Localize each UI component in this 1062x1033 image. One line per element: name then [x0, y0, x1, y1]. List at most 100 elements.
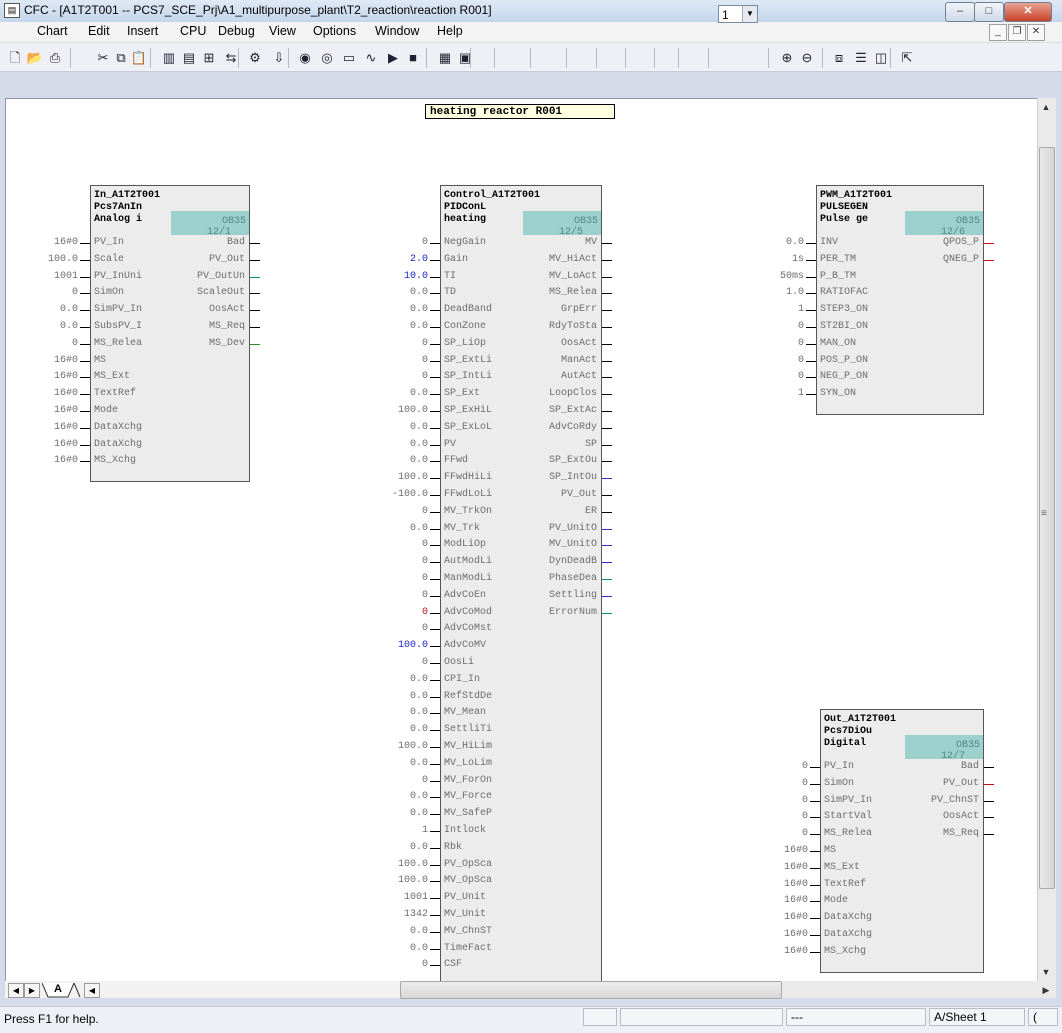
output-pin-advcordy[interactable]: AdvCoRdy: [440, 422, 597, 434]
mdi-close-button[interactable]: ✕: [1027, 24, 1045, 41]
input-pin-p-b-tm[interactable]: P_B_TM: [820, 271, 856, 283]
block-types-icon[interactable]: ▥: [160, 49, 178, 66]
overview-window-icon[interactable]: ⧈: [830, 49, 848, 66]
input-value[interactable]: 16#0: [758, 912, 808, 924]
help-pointer-icon[interactable]: ⇱: [898, 49, 916, 66]
output-pin-dyndeadb[interactable]: DynDeadB: [440, 556, 597, 568]
input-pin-advcomst[interactable]: AdvCoMst: [444, 623, 492, 635]
input-value[interactable]: 0: [378, 573, 428, 585]
input-pin-dataxchg[interactable]: DataXchg: [824, 929, 872, 941]
zoom-in-icon[interactable]: ⊕: [778, 49, 796, 66]
output-pin-qpos-p[interactable]: QPOS_P: [816, 237, 979, 249]
input-value[interactable]: 0.0: [378, 674, 428, 686]
input-value[interactable]: 0: [378, 237, 428, 249]
input-value[interactable]: 0: [754, 338, 804, 350]
input-pin-mv-mean[interactable]: MV_Mean: [444, 707, 486, 719]
input-value[interactable]: 100.0: [378, 640, 428, 652]
input-value[interactable]: 0: [378, 775, 428, 787]
stop-icon[interactable]: ■: [404, 49, 422, 66]
split-icon[interactable]: ☰: [852, 49, 870, 66]
input-value[interactable]: 0: [378, 590, 428, 602]
tab-sheet-a[interactable]: A: [41, 982, 82, 998]
input-value[interactable]: 1001: [28, 271, 78, 283]
input-pin-neg-p-on[interactable]: NEG_P_ON: [820, 371, 868, 383]
input-value[interactable]: 0: [28, 287, 78, 299]
input-value[interactable]: 0: [378, 556, 428, 568]
sheet-view-icon[interactable]: ▣: [456, 49, 474, 66]
input-pin-st2bi-on[interactable]: ST2BI_ON: [820, 321, 868, 333]
grid-icon[interactable]: ▦: [436, 49, 454, 66]
input-value[interactable]: 2.0: [378, 254, 428, 266]
input-value[interactable]: 0.0: [378, 808, 428, 820]
input-pin-textref[interactable]: TextRef: [94, 388, 136, 400]
maximize-button[interactable]: □: [974, 2, 1004, 22]
input-value[interactable]: 0.0: [28, 304, 78, 316]
input-value[interactable]: 0.0: [378, 926, 428, 938]
input-value[interactable]: 0: [378, 607, 428, 619]
input-value[interactable]: 0: [758, 828, 808, 840]
output-pin-qneg-p[interactable]: QNEG_P: [816, 254, 979, 266]
input-pin-rbk[interactable]: Rbk: [444, 842, 462, 854]
input-pin-ms-xchg[interactable]: MS_Xchg: [94, 455, 136, 467]
input-pin-man-on[interactable]: MAN_ON: [820, 338, 856, 350]
input-value[interactable]: 0: [378, 355, 428, 367]
input-value[interactable]: 0: [758, 795, 808, 807]
input-value[interactable]: 100.0: [378, 875, 428, 887]
input-value[interactable]: 10.0: [378, 271, 428, 283]
input-value[interactable]: 100.0: [28, 254, 78, 266]
input-value[interactable]: 1s: [754, 254, 804, 266]
minimize-button[interactable]: –: [945, 2, 975, 22]
input-value[interactable]: 16#0: [758, 879, 808, 891]
zoom-out-icon[interactable]: ⊖: [798, 49, 816, 66]
input-value[interactable]: 16#0: [28, 237, 78, 249]
mdi-restore-button[interactable]: ❐: [1008, 24, 1026, 41]
input-value[interactable]: 16#0: [758, 862, 808, 874]
input-pin-timefact[interactable]: TimeFact: [444, 943, 492, 955]
trend-icon[interactable]: ∿: [362, 49, 380, 66]
input-pin-textref[interactable]: TextRef: [824, 879, 866, 891]
input-pin-ms[interactable]: MS: [824, 845, 836, 857]
input-value[interactable]: 0.0: [28, 321, 78, 333]
input-value[interactable]: 0: [758, 778, 808, 790]
run-icon[interactable]: ▶: [384, 49, 402, 66]
output-pin-sp-extou[interactable]: SP_ExtOu: [440, 455, 597, 467]
input-value[interactable]: -100.0: [378, 489, 428, 501]
output-pin-pv-out[interactable]: PV_Out: [90, 254, 245, 266]
layout-icon[interactable]: ◫: [872, 49, 890, 66]
input-value[interactable]: 0: [378, 371, 428, 383]
input-value[interactable]: 100.0: [378, 405, 428, 417]
input-value[interactable]: 16#0: [758, 929, 808, 941]
output-pin-oosact[interactable]: OosAct: [90, 304, 245, 316]
menu-debug[interactable]: Debug: [218, 24, 255, 38]
input-pin-mv-safep[interactable]: MV_SafeP: [444, 808, 492, 820]
input-value[interactable]: 16#0: [28, 422, 78, 434]
output-pin-ms-req[interactable]: MS_Req: [820, 828, 979, 840]
chevron-down-icon[interactable]: ▼: [742, 6, 757, 22]
input-value[interactable]: 0: [378, 657, 428, 669]
input-value[interactable]: 0: [28, 338, 78, 350]
output-pin-oosact[interactable]: OosAct: [820, 811, 979, 823]
input-value[interactable]: 0.0: [378, 321, 428, 333]
output-pin-sp-intou[interactable]: SP_IntOu: [440, 472, 597, 484]
input-value[interactable]: 0.0: [378, 791, 428, 803]
input-pin-dataxchg[interactable]: DataXchg: [94, 422, 142, 434]
input-value[interactable]: 0: [378, 338, 428, 350]
input-pin-intlock[interactable]: Intlock: [444, 825, 486, 837]
menu-chart[interactable]: Chart: [37, 24, 68, 38]
output-pin-scaleout[interactable]: ScaleOut: [90, 287, 245, 299]
input-value[interactable]: 0.0: [378, 455, 428, 467]
input-value[interactable]: 100.0: [378, 741, 428, 753]
menu-options[interactable]: Options: [313, 24, 356, 38]
input-pin-pv-opsca[interactable]: PV_OpSca: [444, 859, 492, 871]
input-value[interactable]: 0.0: [378, 388, 428, 400]
output-pin-bad[interactable]: Bad: [90, 237, 245, 249]
input-value[interactable]: 16#0: [28, 439, 78, 451]
input-value[interactable]: 0: [378, 539, 428, 551]
input-pin-refstdde[interactable]: RefStdDe: [444, 691, 492, 703]
output-pin-bad[interactable]: Bad: [820, 761, 979, 773]
test-mode-icon[interactable]: ◉: [296, 49, 314, 66]
input-value[interactable]: 16#0: [28, 455, 78, 467]
output-pin-manact[interactable]: ManAct: [440, 355, 597, 367]
input-value[interactable]: 16#0: [758, 946, 808, 958]
menu-edit[interactable]: Edit: [88, 24, 110, 38]
